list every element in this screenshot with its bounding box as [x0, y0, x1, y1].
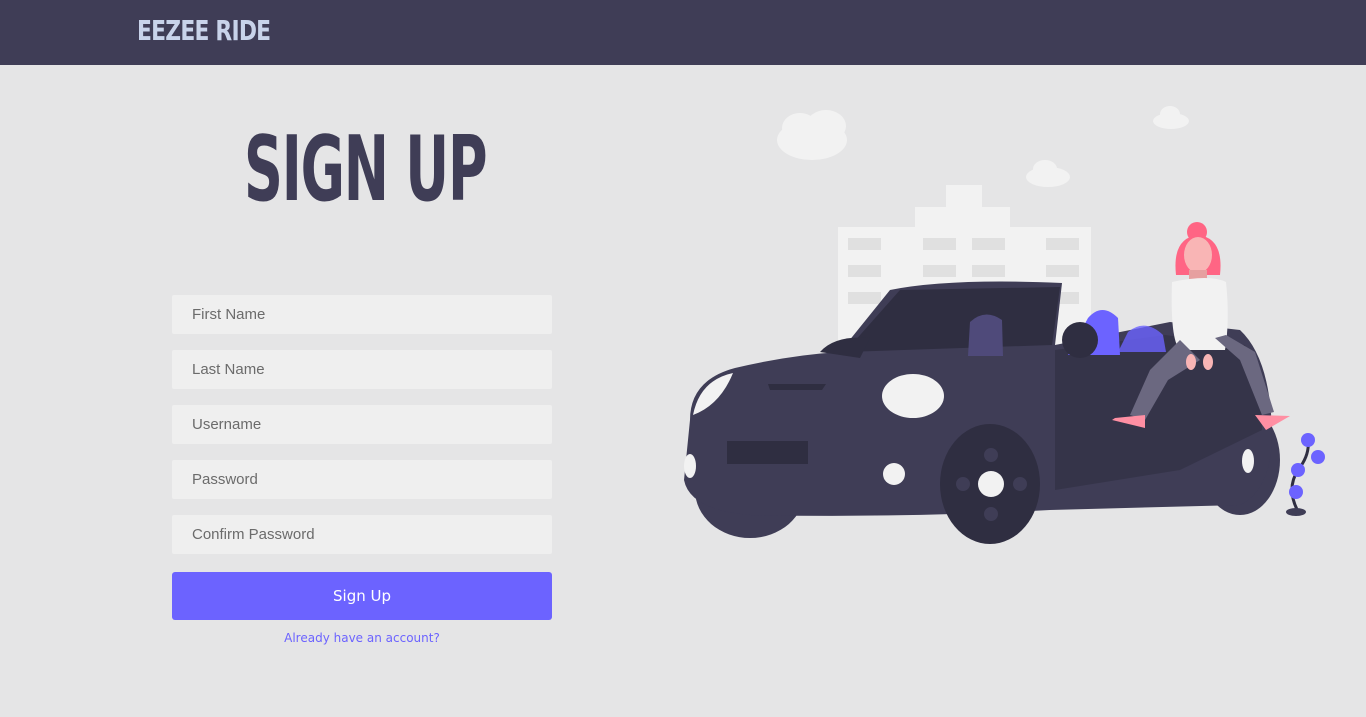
- brand-logo[interactable]: EEZEE RIDE: [137, 14, 271, 48]
- car-with-woman-illustration: [684, 106, 1325, 544]
- confirm-password-input[interactable]: [172, 515, 552, 554]
- login-link[interactable]: Already have an account?: [172, 631, 552, 645]
- password-input[interactable]: [172, 460, 552, 499]
- navbar: EEZEE RIDE: [0, 0, 1366, 65]
- username-input[interactable]: [172, 405, 552, 444]
- plant-icon: [1286, 433, 1325, 516]
- cloud-icon: [1026, 160, 1070, 187]
- page-title: SIGN UP: [244, 117, 488, 222]
- cloud-icon: [1153, 106, 1189, 129]
- last-name-input[interactable]: [172, 350, 552, 389]
- first-name-input[interactable]: [172, 295, 552, 334]
- sign-up-button[interactable]: Sign Up: [172, 572, 552, 620]
- cloud-icon: [777, 110, 847, 160]
